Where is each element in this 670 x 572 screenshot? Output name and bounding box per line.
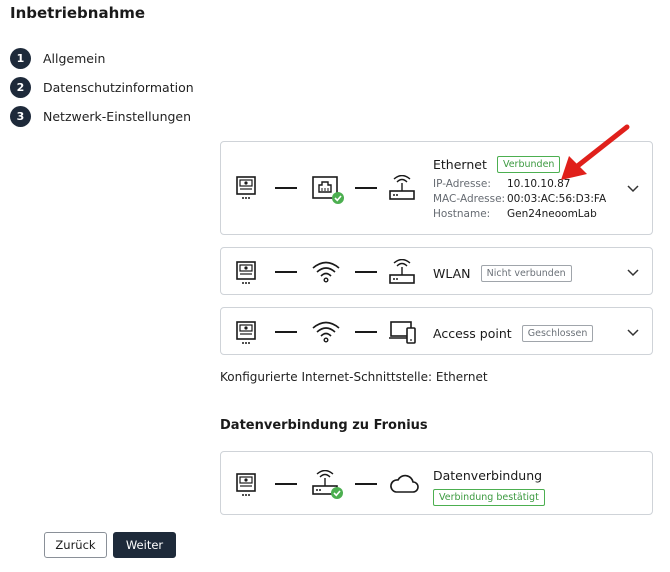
- wifi-icon: [312, 261, 340, 283]
- cloud-icon: [390, 474, 419, 493]
- step-label: Datenschutzinformation: [43, 80, 194, 95]
- step-datenschutz[interactable]: 2 Datenschutzinformation: [10, 73, 194, 102]
- access-point-title: Access point: [433, 326, 512, 341]
- configured-interface-text: Konfigurierte Internet-Schnittstelle: Et…: [220, 370, 488, 384]
- inverter-icon: [236, 473, 256, 496]
- stepper: 1 Allgemein 2 Datenschutzinformation 3 N…: [10, 44, 194, 131]
- wifi-icon: [312, 321, 340, 343]
- status-badge: Geschlossen: [521, 325, 594, 342]
- inverter-icon: [236, 321, 256, 344]
- inverter-icon: [236, 261, 256, 284]
- fronius-section-title: Datenverbindung zu Fronius: [220, 418, 428, 433]
- mac-value: 00:03:AC:56:D3:FA: [507, 193, 607, 205]
- hostname-value: Gen24neoomLab: [507, 208, 597, 220]
- chevron-down-icon[interactable]: [626, 265, 640, 279]
- ethernet-title: Ethernet: [433, 157, 487, 172]
- status-badge: Verbunden: [496, 156, 561, 173]
- step-netzwerk[interactable]: 3 Netzwerk-Einstellungen: [10, 102, 194, 131]
- step-label: Netzwerk-Einstellungen: [43, 109, 192, 124]
- status-badge: Verbindung bestätigt: [433, 489, 545, 506]
- inverter-icon: [236, 176, 256, 199]
- step-allgemein[interactable]: 1 Allgemein: [10, 44, 194, 73]
- access-point-card[interactable]: Access point Geschlossen: [220, 307, 653, 355]
- mac-label: MAC-Adresse:: [433, 193, 506, 205]
- next-button[interactable]: Weiter: [113, 532, 176, 558]
- step-number: 3: [10, 106, 31, 127]
- ip-label: IP-Adresse:: [433, 178, 491, 190]
- status-badge: Nicht verbunden: [480, 265, 572, 282]
- router-icon: [389, 259, 415, 284]
- devices-icon: [389, 321, 416, 344]
- chevron-down-icon[interactable]: [626, 325, 640, 339]
- page-title: Inbetriebnahme: [10, 4, 146, 22]
- back-button[interactable]: Zurück: [44, 532, 107, 558]
- annotation-arrow-icon: [561, 124, 630, 180]
- hostname-label: Hostname:: [433, 208, 491, 220]
- router-icon: [389, 175, 415, 200]
- step-number: 1: [10, 48, 31, 69]
- wlan-title: WLAN: [433, 266, 471, 281]
- step-number: 2: [10, 77, 31, 98]
- wlan-card[interactable]: WLAN Nicht verbunden: [220, 247, 653, 295]
- step-label: Allgemein: [43, 51, 106, 66]
- router-icon: [312, 470, 343, 499]
- fronius-connection-card: Datenverbindung Verbindung bestätigt: [220, 451, 653, 515]
- fronius-connection-title: Datenverbindung: [433, 468, 543, 483]
- ethernet-port-icon: [312, 176, 344, 204]
